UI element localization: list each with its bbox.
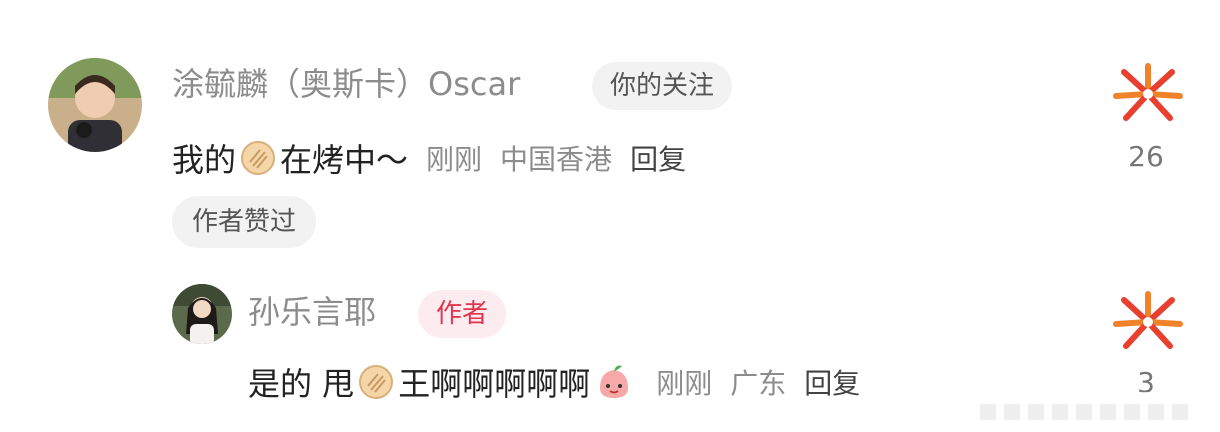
comment-text: 王啊啊啊啊啊 <box>398 365 591 403</box>
author-liked-badge: 作者赞过 <box>172 196 317 248</box>
comment-body[interactable]: 我的 在烤中～ 刚刚 中国香港 回复 <box>172 136 686 180</box>
like-icon[interactable] <box>1110 60 1186 126</box>
avatar[interactable] <box>172 284 232 344</box>
reply-button[interactable]: 回复 <box>804 362 860 402</box>
peach-face-emoji-icon <box>594 362 634 402</box>
comment-body[interactable]: 是的 甩 王啊啊啊啊啊 刚刚 广东 回复 <box>248 360 860 404</box>
watermark-overlay <box>970 392 1220 432</box>
comment-text: 是的 甩 <box>248 365 355 403</box>
reply-button[interactable]: 回复 <box>630 138 686 178</box>
like-icon[interactable] <box>1110 288 1186 354</box>
timestamp: 刚刚 <box>656 367 713 400</box>
timestamp: 刚刚 <box>426 143 483 176</box>
cookie-emoji-icon <box>240 140 276 176</box>
comment-text: 我的 <box>172 141 237 179</box>
comment-thread: 涂毓麟（奥斯卡）Oscar 你的关注 我的 在烤中～ 刚刚 中国香港 回复 作者… <box>0 0 1220 432</box>
location: 中国香港 <box>500 143 613 176</box>
avatar[interactable] <box>48 58 142 152</box>
username[interactable]: 涂毓麟（奥斯卡）Oscar <box>172 64 520 104</box>
location: 广东 <box>730 367 787 400</box>
author-badge: 作者 <box>418 290 507 338</box>
cookie-emoji-icon <box>358 364 394 400</box>
username[interactable]: 孙乐言耶 <box>248 292 376 332</box>
comment-text: 在烤中～ <box>280 141 409 179</box>
like-count: 26 <box>1128 140 1164 173</box>
follow-badge: 你的关注 <box>592 62 733 110</box>
